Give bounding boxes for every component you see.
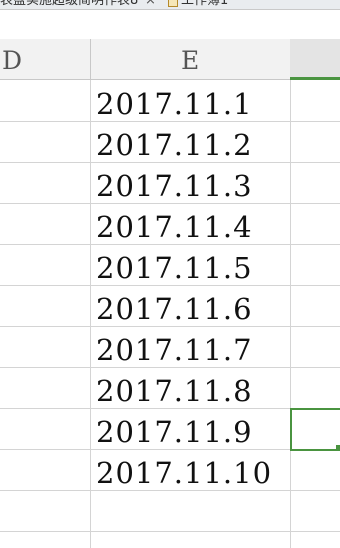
cell-e-row-9[interactable]: 2017.11.9 — [96, 412, 253, 452]
gridline-row-11 — [0, 531, 340, 532]
cell-e-row-2[interactable]: 2017.11.2 — [96, 125, 253, 165]
cell-e-row-7[interactable]: 2017.11.7 — [96, 330, 253, 370]
cell-e-row-1[interactable]: 2017.11.1 — [96, 84, 253, 124]
tab-workbook-2[interactable]: 工作簿1 — [168, 0, 228, 8]
cell-e-row-10[interactable]: 2017.11.10 — [96, 453, 272, 493]
gridline-vertical-e-f — [290, 80, 291, 548]
cell-e-row-6[interactable]: 2017.11.6 — [96, 289, 253, 329]
document-icon — [168, 0, 178, 7]
selected-cell-f-row-9[interactable] — [290, 408, 340, 451]
column-header-row: D E — [0, 39, 340, 80]
cell-e-row-8[interactable]: 2017.11.8 — [96, 371, 253, 411]
column-header-f[interactable] — [290, 39, 340, 80]
cell-e-row-4[interactable]: 2017.11.4 — [96, 207, 253, 247]
toolbar-gap — [0, 10, 340, 39]
column-header-e[interactable]: E — [181, 39, 199, 83]
column-divider-d-e[interactable] — [90, 39, 91, 79]
column-header-d[interactable]: D — [2, 39, 22, 83]
tab-bar: 表盘实施超级简明作表8 × 工作簿1 — [0, 0, 340, 9]
fill-handle[interactable] — [336, 445, 340, 450]
tab-workbook-1[interactable]: 表盘实施超级简明作表8 — [0, 0, 138, 8]
cell-e-row-5[interactable]: 2017.11.5 — [96, 248, 253, 288]
close-tab-icon[interactable]: × — [145, 0, 156, 8]
tab-workbook-2-label: 工作簿1 — [181, 0, 229, 8]
gridline-vertical-d-e — [90, 80, 91, 548]
cell-e-row-3[interactable]: 2017.11.3 — [96, 166, 253, 206]
